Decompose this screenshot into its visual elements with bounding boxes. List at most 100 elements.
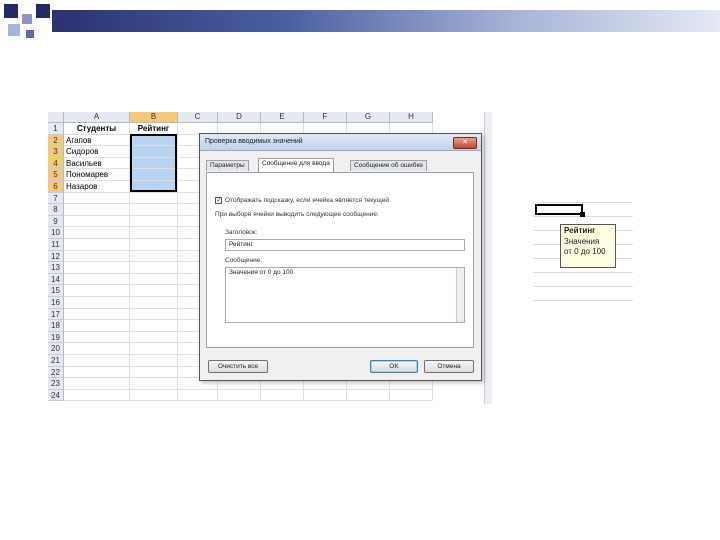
column-header[interactable]: G (347, 112, 390, 123)
column-header[interactable]: D (218, 112, 261, 123)
table-cell[interactable] (64, 355, 130, 367)
row-header[interactable]: 22 (48, 366, 64, 379)
row-header[interactable]: 4 (48, 157, 64, 170)
row-header[interactable]: 11 (48, 239, 64, 251)
dialog-title-bar[interactable]: Проверка вводимых значений ✕ (200, 134, 481, 151)
table-cell[interactable] (64, 320, 130, 332)
row-header[interactable]: 18 (48, 320, 64, 332)
table-cell[interactable] (130, 343, 178, 355)
column-header[interactable]: C (178, 112, 218, 123)
selected-cell[interactable] (535, 204, 583, 215)
table-cell[interactable] (130, 192, 178, 205)
table-cell[interactable] (64, 366, 130, 379)
table-cell[interactable] (64, 192, 130, 205)
table-cell[interactable] (261, 389, 304, 402)
grid-line (533, 300, 633, 301)
table-cell[interactable] (304, 389, 347, 402)
table-cell[interactable] (178, 389, 218, 402)
table-cell[interactable] (130, 250, 178, 263)
table-cell[interactable] (130, 366, 178, 379)
table-cell[interactable] (130, 297, 178, 309)
row-header[interactable]: 14 (48, 273, 64, 286)
table-cell[interactable] (130, 320, 178, 332)
ok-button[interactable]: OK (370, 360, 418, 373)
fill-handle[interactable] (580, 212, 585, 217)
cancel-button[interactable]: Отмена (424, 360, 474, 373)
table-cell[interactable] (64, 273, 130, 286)
table-cell[interactable] (64, 308, 130, 321)
selected-range[interactable] (130, 134, 177, 192)
table-cell[interactable] (218, 389, 261, 402)
column-header[interactable]: E (261, 112, 304, 123)
column-header[interactable]: H (390, 112, 433, 123)
row-header[interactable]: 12 (48, 250, 64, 263)
select-all-corner[interactable] (48, 112, 64, 123)
row-header[interactable]: 3 (48, 146, 64, 158)
column-header[interactable]: B (130, 112, 178, 123)
row-header[interactable]: 9 (48, 215, 64, 228)
row-header[interactable]: 7 (48, 192, 64, 205)
row-header[interactable]: 10 (48, 227, 64, 239)
table-cell[interactable] (64, 297, 130, 309)
table-cell[interactable] (64, 343, 130, 355)
table-cell[interactable]: Агапов (64, 134, 130, 147)
table-cell[interactable] (130, 285, 178, 297)
column-header[interactable]: F (304, 112, 347, 123)
row-header[interactable]: 23 (48, 378, 64, 390)
table-cell[interactable] (130, 227, 178, 239)
title-input[interactable]: Рейтинг (225, 239, 465, 251)
table-cell[interactable] (130, 331, 178, 344)
table-cell[interactable] (130, 262, 178, 274)
table-cell[interactable] (347, 389, 390, 402)
table-cell[interactable] (64, 285, 130, 297)
deco-square (22, 14, 32, 24)
row-header[interactable]: 5 (48, 169, 64, 181)
row-header[interactable]: 2 (48, 134, 64, 147)
row-header[interactable]: 19 (48, 331, 64, 344)
table-cell[interactable] (130, 378, 178, 390)
message-textarea[interactable]: Значения от 0 до 100 (225, 267, 465, 323)
vertical-scrollbar[interactable] (484, 112, 492, 404)
row-header[interactable]: 21 (48, 355, 64, 367)
column-header[interactable]: A (64, 112, 130, 123)
row-header[interactable]: 17 (48, 308, 64, 321)
table-cell[interactable] (64, 227, 130, 239)
row-header[interactable]: 8 (48, 204, 64, 216)
row-header[interactable]: 6 (48, 181, 64, 193)
table-cell[interactable] (390, 389, 433, 402)
table-cell[interactable] (130, 355, 178, 367)
close-button[interactable]: ✕ (453, 137, 477, 149)
message-scrollbar[interactable] (456, 268, 464, 322)
table-cell[interactable] (130, 239, 178, 251)
row-header[interactable]: 15 (48, 285, 64, 297)
table-cell[interactable] (130, 204, 178, 216)
tab-input-message[interactable]: Сообщение для ввода (258, 158, 334, 172)
show-tip-checkbox[interactable]: ✓ (215, 197, 222, 204)
row-header[interactable]: 13 (48, 262, 64, 274)
table-cell[interactable]: Студенты (64, 123, 130, 135)
row-header[interactable]: 16 (48, 297, 64, 309)
table-cell[interactable] (64, 389, 130, 402)
table-cell[interactable]: Рейтинг (130, 123, 178, 135)
tab-settings[interactable]: Параметры (206, 160, 249, 171)
table-cell[interactable] (64, 378, 130, 390)
table-cell[interactable] (130, 308, 178, 321)
row-header[interactable]: 24 (48, 389, 64, 402)
table-cell[interactable] (130, 273, 178, 286)
row-header[interactable]: 1 (48, 123, 64, 135)
table-cell[interactable]: Пономарев (64, 169, 130, 181)
clear-all-button[interactable]: Очистить все (208, 360, 268, 373)
table-cell[interactable] (64, 262, 130, 274)
table-cell[interactable] (64, 239, 130, 251)
table-cell[interactable] (130, 389, 178, 402)
table-cell[interactable]: Назаров (64, 181, 130, 193)
table-cell[interactable] (64, 215, 130, 228)
table-cell[interactable] (130, 215, 178, 228)
table-cell[interactable]: Васильев (64, 157, 130, 170)
table-cell[interactable] (64, 204, 130, 216)
table-cell[interactable] (64, 331, 130, 344)
tab-error-alert[interactable]: Сообщение об ошибке (350, 160, 428, 171)
row-header[interactable]: 20 (48, 343, 64, 355)
table-cell[interactable]: Сидоров (64, 146, 130, 158)
table-cell[interactable] (64, 250, 130, 263)
